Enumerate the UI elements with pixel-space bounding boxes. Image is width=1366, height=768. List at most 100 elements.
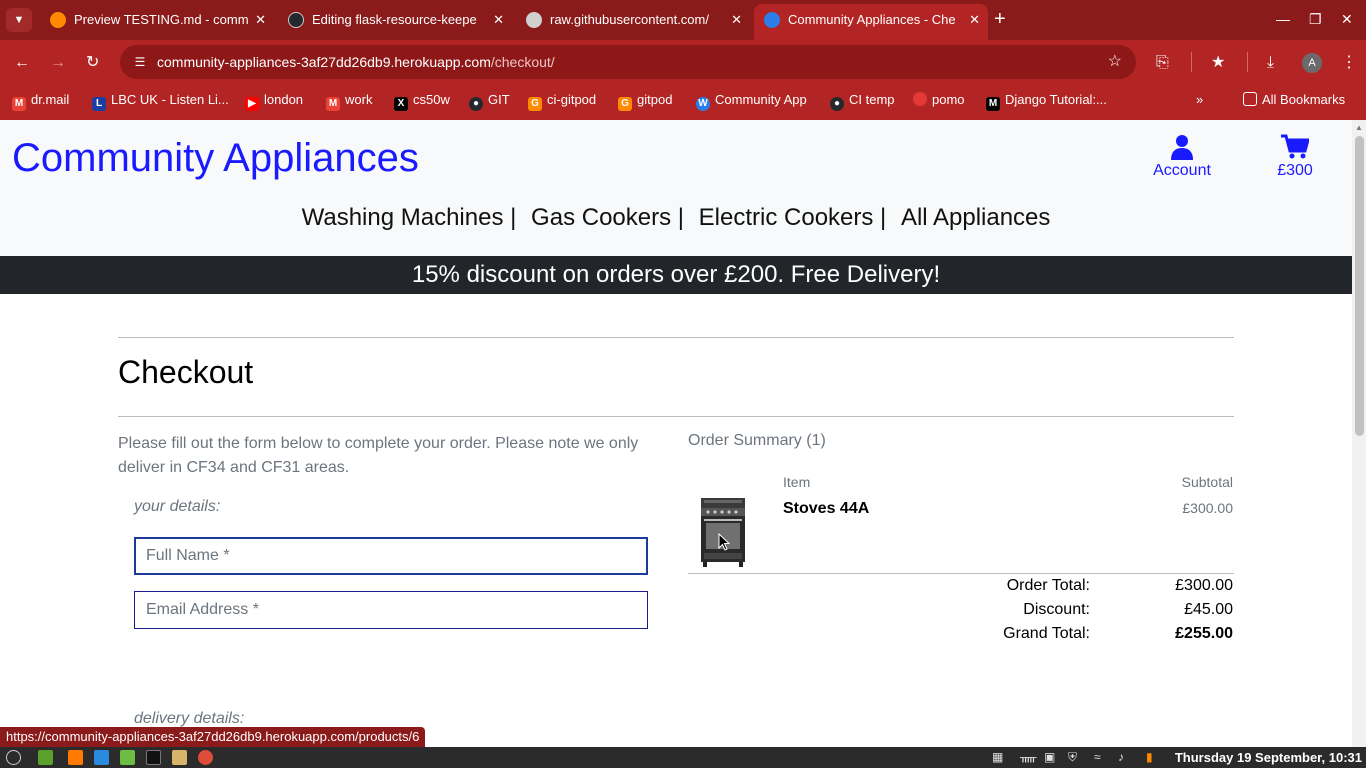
scroll-up-arrow-icon[interactable]: ▲ (1355, 123, 1363, 132)
site-header: Community Appliances Account £300 Washin… (0, 120, 1352, 256)
bookmark-django-tutorial[interactable]: M Django Tutorial:... (986, 86, 1107, 114)
bookmark-ci-gitpod[interactable]: Gci-gitpod (528, 86, 596, 114)
nav-all-appliances[interactable]: All Appliances (901, 204, 1050, 231)
window-close-icon[interactable]: ✕ (1341, 8, 1353, 30)
main-nav: Washing Machines | Gas Cookers | Electri… (0, 204, 1352, 232)
bookmarks-overflow-icon[interactable]: » (1196, 86, 1203, 114)
reload-icon[interactable]: ↻ (86, 52, 99, 74)
summary-divider (688, 573, 1234, 574)
site-info-icon[interactable]: ☰ (132, 54, 148, 70)
forward-arrow-icon[interactable]: → (50, 52, 66, 74)
wifi-icon[interactable]: ≈ (1094, 749, 1101, 766)
gmail-icon: M (12, 97, 26, 111)
bookmark-label: Django Tutorial:... (1005, 92, 1107, 107)
text-editor-icon[interactable] (172, 750, 187, 765)
shopping-cart-icon (1281, 134, 1309, 159)
shield-icon[interactable]: ⛨ (1068, 749, 1077, 766)
nav-electric-cookers[interactable]: Electric Cookers | (699, 204, 887, 231)
nav-washing-machines[interactable]: Washing Machines | (302, 204, 517, 231)
delivery-details-legend: delivery details: (134, 710, 245, 727)
close-icon[interactable]: ✕ (255, 6, 266, 34)
github-icon: ● (469, 97, 483, 111)
files-icon[interactable] (38, 750, 53, 765)
bookmark-lbc[interactable]: L LBC UK - Listen Li... (92, 86, 229, 114)
all-bookmarks-folder[interactable]: All Bookmarks (1243, 86, 1345, 114)
bookmark-work[interactable]: Mwork (326, 86, 372, 114)
download-icon[interactable]: ⤓ (1267, 52, 1274, 74)
page-scrollbar[interactable]: ▲ (1352, 120, 1366, 747)
profile-avatar[interactable]: A (1302, 53, 1322, 73)
order-summary-title: Order Summary (1) (688, 432, 826, 449)
battery-icon[interactable]: ▮ (1146, 749, 1153, 766)
firefox-icon[interactable] (68, 750, 83, 765)
globe-icon (526, 12, 542, 28)
bookmark-label: CI temp (849, 92, 895, 107)
bookmark-ci-temp[interactable]: ● CI temp (830, 86, 895, 114)
menu-kebab-icon[interactable]: ⋮ (1341, 52, 1357, 74)
bookmark-label: london (264, 92, 304, 107)
item-column-header: Item (783, 474, 811, 490)
os-taskbar: ▦ ᚅ ▣ ⛨ ≈ ♪ ▮ Thursday 19 September, 10:… (0, 747, 1366, 768)
tab-raw-github[interactable]: raw.githubusercontent.com/ ✕ (516, 6, 750, 34)
tab-editing-flask[interactable]: Editing flask-resource-keepe ✕ (278, 6, 512, 34)
reading-list-icon[interactable]: ★ (1211, 52, 1225, 74)
wca-icon (764, 12, 780, 28)
workspace-icon[interactable]: ▦ (992, 749, 1003, 766)
bookmark-label: work (345, 92, 373, 107)
bookmark-pomo[interactable]: pomo (913, 86, 965, 114)
bookmark-label: cs50w (413, 92, 450, 107)
chrome-icon[interactable] (198, 750, 213, 765)
divider (118, 416, 1234, 417)
email-field[interactable] (134, 591, 648, 629)
bookmark-label: dr.mail (31, 92, 70, 107)
cart-link[interactable]: £300 (1255, 134, 1335, 180)
system-clock[interactable]: Thursday 19 September, 10:31 (1175, 747, 1362, 768)
link-status-bar: https://community-appliances-3af27dd26db… (0, 727, 426, 747)
tab-community-appliances[interactable]: Community Appliances - Che ✕ (754, 4, 988, 40)
bookmark-gitpod[interactable]: Ggitpod (618, 86, 672, 114)
account-label: Account (1153, 162, 1211, 179)
terminal-icon[interactable] (146, 750, 161, 765)
maximize-icon[interactable]: ❐ (1309, 8, 1322, 30)
back-arrow-icon[interactable]: ← (14, 52, 30, 74)
tab-preview-testing[interactable]: Preview TESTING.md - comm ✕ (40, 6, 274, 34)
account-link[interactable]: Account (1142, 134, 1222, 180)
github-icon (288, 12, 304, 28)
bookmark-star-icon[interactable]: ☆ (1108, 45, 1122, 79)
volume-icon[interactable]: ♪ (1118, 749, 1124, 766)
bookmark-label: ci-gitpod (547, 92, 597, 107)
close-icon[interactable]: ✕ (969, 4, 980, 36)
bookmark-london[interactable]: ▶ london (245, 86, 303, 114)
minimize-icon[interactable]: — (1276, 8, 1290, 30)
gitpod-icon: G (618, 97, 632, 111)
folder-icon (1243, 92, 1257, 106)
bookmark-label: Community App (715, 92, 807, 107)
tab-label: raw.githubusercontent.com/ (550, 12, 709, 27)
bookmark-label: LBC UK - Listen Li... (111, 92, 229, 107)
vscode-icon[interactable] (94, 750, 109, 765)
bluetooth-icon[interactable]: ᚅ (1020, 749, 1036, 766)
extensions-icon[interactable]: ⎘ (1156, 52, 1169, 74)
bookmark-dr-mail[interactable]: Mdr.mail (12, 86, 69, 114)
clipboard-icon[interactable]: ▣ (1044, 749, 1055, 766)
scroll-thumb[interactable] (1355, 136, 1364, 436)
product-subtotal: £300.00 (1182, 500, 1233, 516)
close-icon[interactable]: ✕ (731, 6, 742, 34)
youtube-icon: ▶ (245, 97, 259, 111)
full-name-field[interactable] (134, 537, 648, 575)
site-brand-link[interactable]: Community Appliances (12, 136, 419, 181)
new-tab-button[interactable]: + (994, 8, 1006, 30)
discount-label: Discount: (1023, 601, 1090, 618)
close-icon[interactable]: ✕ (493, 6, 504, 34)
bookmark-cs50w[interactable]: Xcs50w (394, 86, 450, 114)
bookmark-community-app[interactable]: W Community App (696, 86, 807, 114)
folder-icon[interactable] (120, 750, 135, 765)
url-text[interactable]: community-appliances-3af27dd26db9.heroku… (157, 45, 555, 79)
discount-value: £45.00 (1184, 601, 1233, 618)
address-bar[interactable]: ☰ community-appliances-3af27dd26db9.hero… (120, 45, 1136, 79)
nav-gas-cookers[interactable]: Gas Cookers | (531, 204, 684, 231)
bookmarks-bar: Mdr.mail L LBC UK - Listen Li... ▶ london … (0, 86, 1366, 120)
tab-search-button[interactable]: ▼ (6, 8, 32, 32)
start-menu-icon[interactable] (6, 750, 21, 765)
bookmark-git[interactable]: ● GIT (469, 86, 510, 114)
